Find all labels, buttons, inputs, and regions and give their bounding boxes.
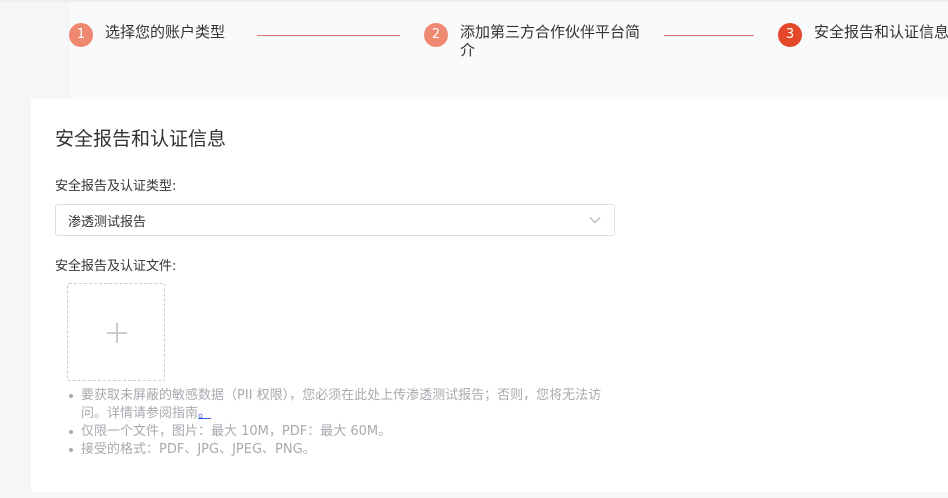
note-pii: 要获取未屏蔽的敏感数据（PII 权限），您必须在此处上传渗透测试报告；否则，您将… xyxy=(67,387,612,423)
step-2-number: 2 xyxy=(424,23,448,47)
chevron-down-icon xyxy=(589,217,601,224)
step-2: 2 添加第三方合作伙伴平台简介 xyxy=(424,23,650,59)
guide-link[interactable]: 。 xyxy=(198,406,211,421)
step-3-label: 安全报告和认证信息 xyxy=(814,23,948,41)
step-connector-1 xyxy=(257,35,400,36)
form-card: 安全报告和认证信息 安全报告及认证类型: 渗透测试报告 安全报告及认证文件: 要… xyxy=(31,99,948,492)
note-size-limit: 仅限一个文件，图片：最大 10M，PDF：最大 60M。 xyxy=(67,423,612,441)
report-type-label: 安全报告及认证类型: xyxy=(55,179,177,194)
step-2-label: 添加第三方合作伙伴平台简介 xyxy=(460,23,641,59)
step-3-number: 3 xyxy=(778,23,802,47)
report-type-select[interactable]: 渗透测试报告 xyxy=(55,204,615,236)
step-3: 3 安全报告和认证信息 xyxy=(778,23,948,47)
step-1: 1 选择您的账户类型 xyxy=(69,23,225,47)
note-pii-text: 要获取未屏蔽的敏感数据（PII 权限），您必须在此处上传渗透测试报告；否则，您将… xyxy=(81,388,602,421)
upload-dropzone[interactable] xyxy=(67,283,165,381)
report-type-value: 渗透测试报告 xyxy=(68,214,147,230)
section-title: 安全报告和认证信息 xyxy=(55,128,227,150)
step-connector-2 xyxy=(664,35,754,36)
step-1-number: 1 xyxy=(69,23,93,47)
note-formats: 接受的格式：PDF、JPG、JPEG、PNG。 xyxy=(67,441,612,459)
upload-notes: 要获取未屏蔽的敏感数据（PII 权限），您必须在此处上传渗透测试报告；否则，您将… xyxy=(67,387,612,459)
report-file-label: 安全报告及认证文件: xyxy=(55,259,177,274)
plus-icon xyxy=(107,323,127,343)
step-1-label: 选择您的账户类型 xyxy=(105,23,226,41)
progress-stepper: 1 选择您的账户类型 2 添加第三方合作伙伴平台简介 3 安全报告和认证信息 xyxy=(0,0,948,100)
